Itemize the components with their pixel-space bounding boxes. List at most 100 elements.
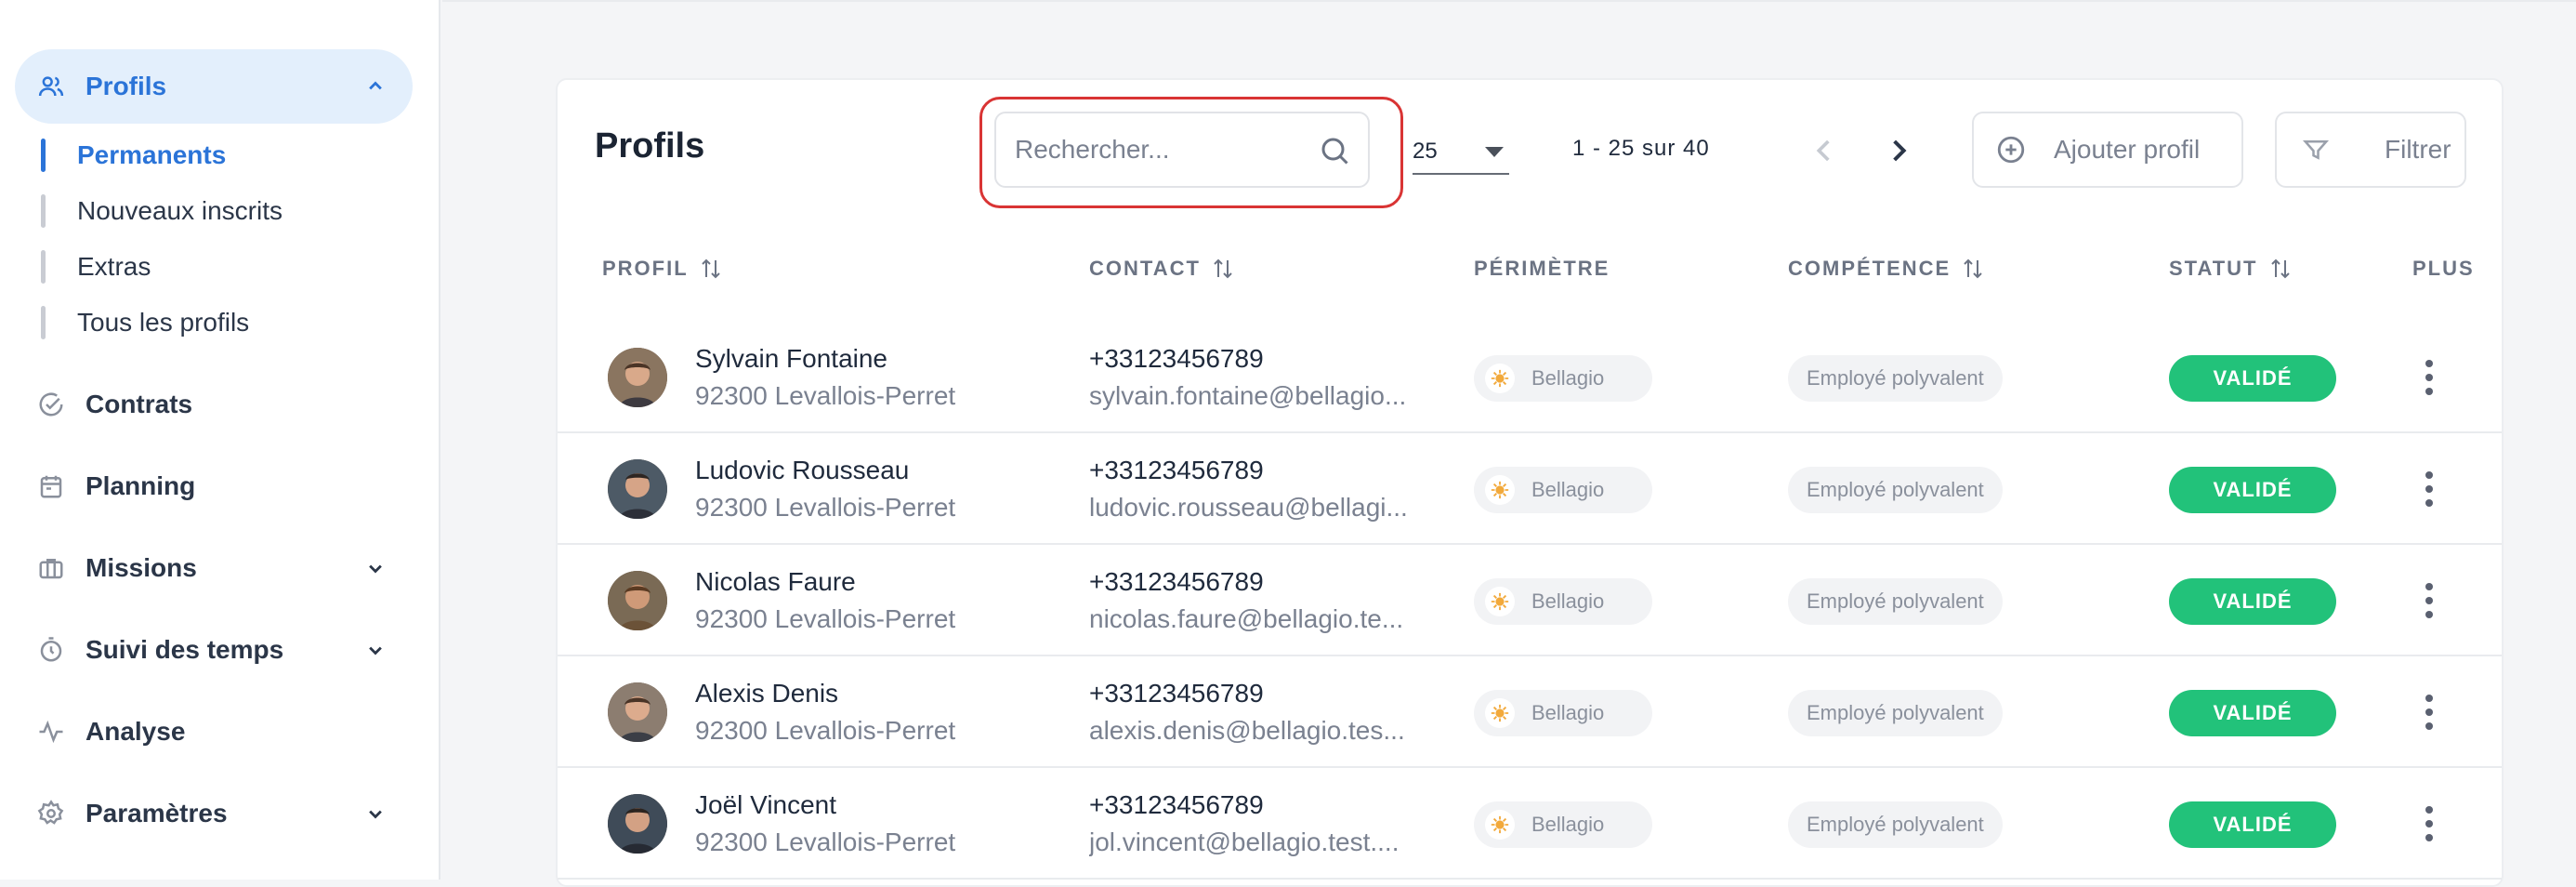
column-header-label: COMPÉTENCE — [1788, 257, 1952, 280]
nav-item-planning[interactable]: Planning — [15, 449, 413, 523]
contact-phone: +33123456789 — [1089, 344, 1264, 373]
nav-item-analyse[interactable]: Analyse — [15, 695, 413, 769]
plus-circle-icon — [1994, 133, 2028, 166]
profile-address: 92300 Levallois-Perret — [695, 604, 956, 633]
filter-button[interactable]: Filtrer — [2275, 112, 2466, 188]
nav-label-suivi-des-temps: Suivi des temps — [85, 635, 284, 664]
nav-label-planning: Planning — [85, 471, 196, 500]
column-header-statut[interactable]: STATUT — [2169, 257, 2292, 281]
profile-name[interactable]: Nicolas Faure — [695, 567, 856, 597]
bellagio-logo-icon — [1485, 810, 1515, 840]
table-row[interactable]: Joël Vincent 92300 Levallois-Perret +331… — [558, 768, 2502, 880]
calendar-icon — [35, 470, 67, 502]
nav-item-suivi-des-temps[interactable]: Suivi des temps — [15, 613, 413, 687]
filter-icon — [2299, 133, 2333, 166]
perimeter-chip: Bellagio — [1474, 467, 1652, 513]
chevron-up-icon — [362, 73, 388, 99]
nav-label-profils: Profils — [85, 72, 167, 100]
per-page-value: 25 — [1413, 139, 1438, 164]
table-row[interactable]: Ludovic Rousseau 92300 Levallois-Perret … — [558, 433, 2502, 545]
nav-item-parametres[interactable]: Paramètres — [15, 776, 413, 851]
add-profile-button[interactable]: Ajouter profil — [1972, 112, 2243, 188]
users-icon — [35, 71, 67, 102]
caret-down-icon — [1485, 147, 1504, 157]
column-header-label: CONTACT — [1089, 257, 1201, 280]
sub-item-indicator — [41, 250, 46, 284]
sub-item-permanents[interactable]: Permanents — [41, 137, 226, 174]
filter-label: Filtrer — [2385, 135, 2451, 164]
nav-item-contrats[interactable]: Contrats — [15, 367, 413, 442]
pagination-range: 1 - 25 sur 40 — [1572, 136, 1710, 161]
perimeter-label: Bellagio — [1531, 701, 1605, 724]
competence-chip: Employé polyvalent — [1788, 578, 2003, 625]
nav-item-profils[interactable]: Profils — [15, 49, 413, 124]
sub-item-label: Nouveaux inscrits — [77, 196, 283, 225]
stopwatch-icon — [35, 634, 67, 666]
nav-item-missions[interactable]: Missions — [15, 531, 413, 605]
column-header-label: PROFIL — [602, 257, 689, 280]
chevron-left-icon[interactable] — [1807, 132, 1844, 169]
profile-address: 92300 Levallois-Perret — [695, 493, 956, 522]
perimeter-label: Bellagio — [1531, 589, 1605, 613]
chevron-right-icon[interactable] — [1879, 132, 1916, 169]
sort-icon — [2270, 258, 2290, 279]
profile-name[interactable]: Sylvain Fontaine — [695, 344, 887, 374]
more-vertical-icon[interactable] — [2407, 801, 2451, 846]
sub-item-nouveaux-inscrits[interactable]: Nouveaux inscrits — [41, 192, 283, 230]
activity-icon — [35, 716, 67, 748]
more-vertical-icon[interactable] — [2407, 467, 2451, 511]
competence-chip: Employé polyvalent — [1788, 801, 2003, 848]
more-vertical-icon[interactable] — [2407, 355, 2451, 400]
status-badge: VALIDÉ — [2169, 355, 2336, 402]
avatar — [608, 571, 667, 630]
status-badge: VALIDÉ — [2169, 467, 2336, 513]
briefcase-icon — [35, 552, 67, 584]
perimeter-label: Bellagio — [1531, 813, 1605, 836]
sub-item-label: Tous les profils — [77, 308, 250, 337]
more-vertical-icon[interactable] — [2407, 690, 2451, 735]
competence-chip: Employé polyvalent — [1788, 467, 2003, 513]
status-badge: VALIDÉ — [2169, 578, 2336, 625]
gear-icon — [35, 798, 67, 829]
sub-item-tous-les-profils[interactable]: Tous les profils — [41, 304, 249, 341]
competence-chip: Employé polyvalent — [1788, 690, 2003, 736]
profile-name[interactable]: Joël Vincent — [695, 790, 836, 820]
table-row[interactable]: Nicolas Faure 92300 Levallois-Perret +33… — [558, 545, 2502, 656]
top-divider — [442, 0, 2576, 2]
more-vertical-icon[interactable] — [2407, 578, 2451, 623]
column-header-label: PÉRIMÈTRE — [1474, 257, 1610, 280]
sub-item-label: Extras — [77, 252, 151, 281]
perimeter-chip: Bellagio — [1474, 578, 1652, 625]
column-header-plus: PLUS — [2412, 257, 2475, 281]
table-row[interactable]: Alexis Denis 92300 Levallois-Perret +331… — [558, 656, 2502, 768]
column-header-profil[interactable]: PROFIL — [602, 257, 722, 281]
contact-phone: +33123456789 — [1089, 456, 1264, 484]
profile-address: 92300 Levallois-Perret — [695, 716, 956, 745]
chevron-down-icon — [362, 637, 388, 663]
perimeter-chip: Bellagio — [1474, 801, 1652, 848]
contact-email: alexis.denis@bellagio.tes... — [1089, 716, 1405, 745]
bellagio-logo-icon — [1485, 364, 1515, 393]
avatar — [608, 682, 667, 742]
sort-icon — [701, 258, 720, 279]
search-input[interactable] — [1015, 135, 1312, 165]
profile-name[interactable]: Ludovic Rousseau — [695, 456, 909, 485]
search-icon[interactable] — [1318, 134, 1351, 167]
sub-item-extras[interactable]: Extras — [41, 248, 151, 285]
column-header-label: PLUS — [2412, 257, 2475, 280]
table-row[interactable]: Sylvain Fontaine 92300 Levallois-Perret … — [558, 322, 2502, 433]
contact-email: ludovic.rousseau@bellagi... — [1089, 493, 1408, 522]
bellagio-logo-icon — [1485, 587, 1515, 616]
column-header-contact[interactable]: CONTACT — [1089, 257, 1234, 281]
status-badge: VALIDÉ — [2169, 690, 2336, 736]
profiles-card: Profils 25 1 - 25 sur 40 Ajouter profil … — [556, 78, 2504, 887]
column-header-competence[interactable]: COMPÉTENCE — [1788, 257, 1984, 281]
sort-icon — [1964, 258, 1982, 279]
profile-name[interactable]: Alexis Denis — [695, 679, 838, 708]
sub-item-label: Permanents — [77, 140, 227, 169]
nav-label-parametres: Paramètres — [85, 799, 228, 827]
sidebar: Profils Permanents Nouveaux inscrits Ext… — [0, 0, 440, 880]
contact-email: sylvain.fontaine@bellagio... — [1089, 381, 1407, 410]
bellagio-logo-icon — [1485, 698, 1515, 728]
per-page-select[interactable]: 25 — [1413, 130, 1509, 175]
